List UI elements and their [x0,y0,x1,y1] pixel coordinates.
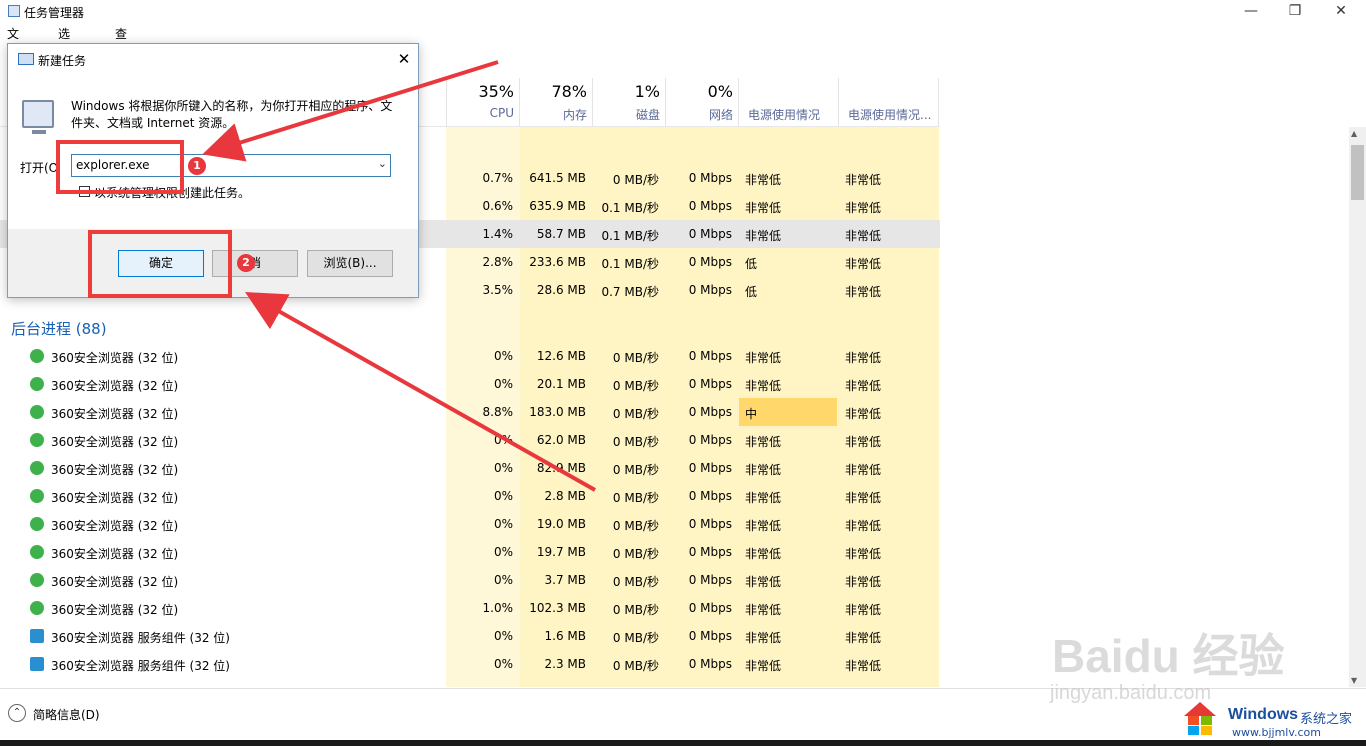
annotation-arrow-2 [245,292,596,492]
annotation-arrow-1 [202,60,499,162]
annotation-arrows [202,60,596,492]
